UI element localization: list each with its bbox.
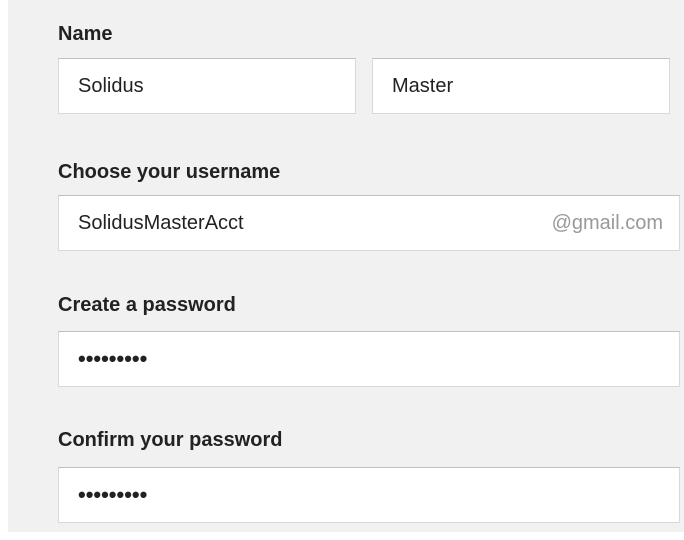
confirm-password-input[interactable]: ••••••••• [58, 467, 680, 523]
username-label: Choose your username [58, 161, 281, 183]
create-password-input[interactable]: ••••••••• [58, 331, 680, 387]
name-label: Name [58, 23, 113, 45]
username-input[interactable]: SolidusMasterAcct @gmail.com [58, 195, 680, 251]
create-password-label: Create a password [58, 294, 236, 316]
confirm-password-label: Confirm your password [58, 429, 283, 451]
last-name-input[interactable]: Master [372, 58, 670, 114]
username-value: SolidusMasterAcct [78, 212, 244, 234]
gmail-domain-suffix: @gmail.com [551, 212, 663, 234]
first-name-input[interactable]: Solidus [58, 58, 356, 114]
